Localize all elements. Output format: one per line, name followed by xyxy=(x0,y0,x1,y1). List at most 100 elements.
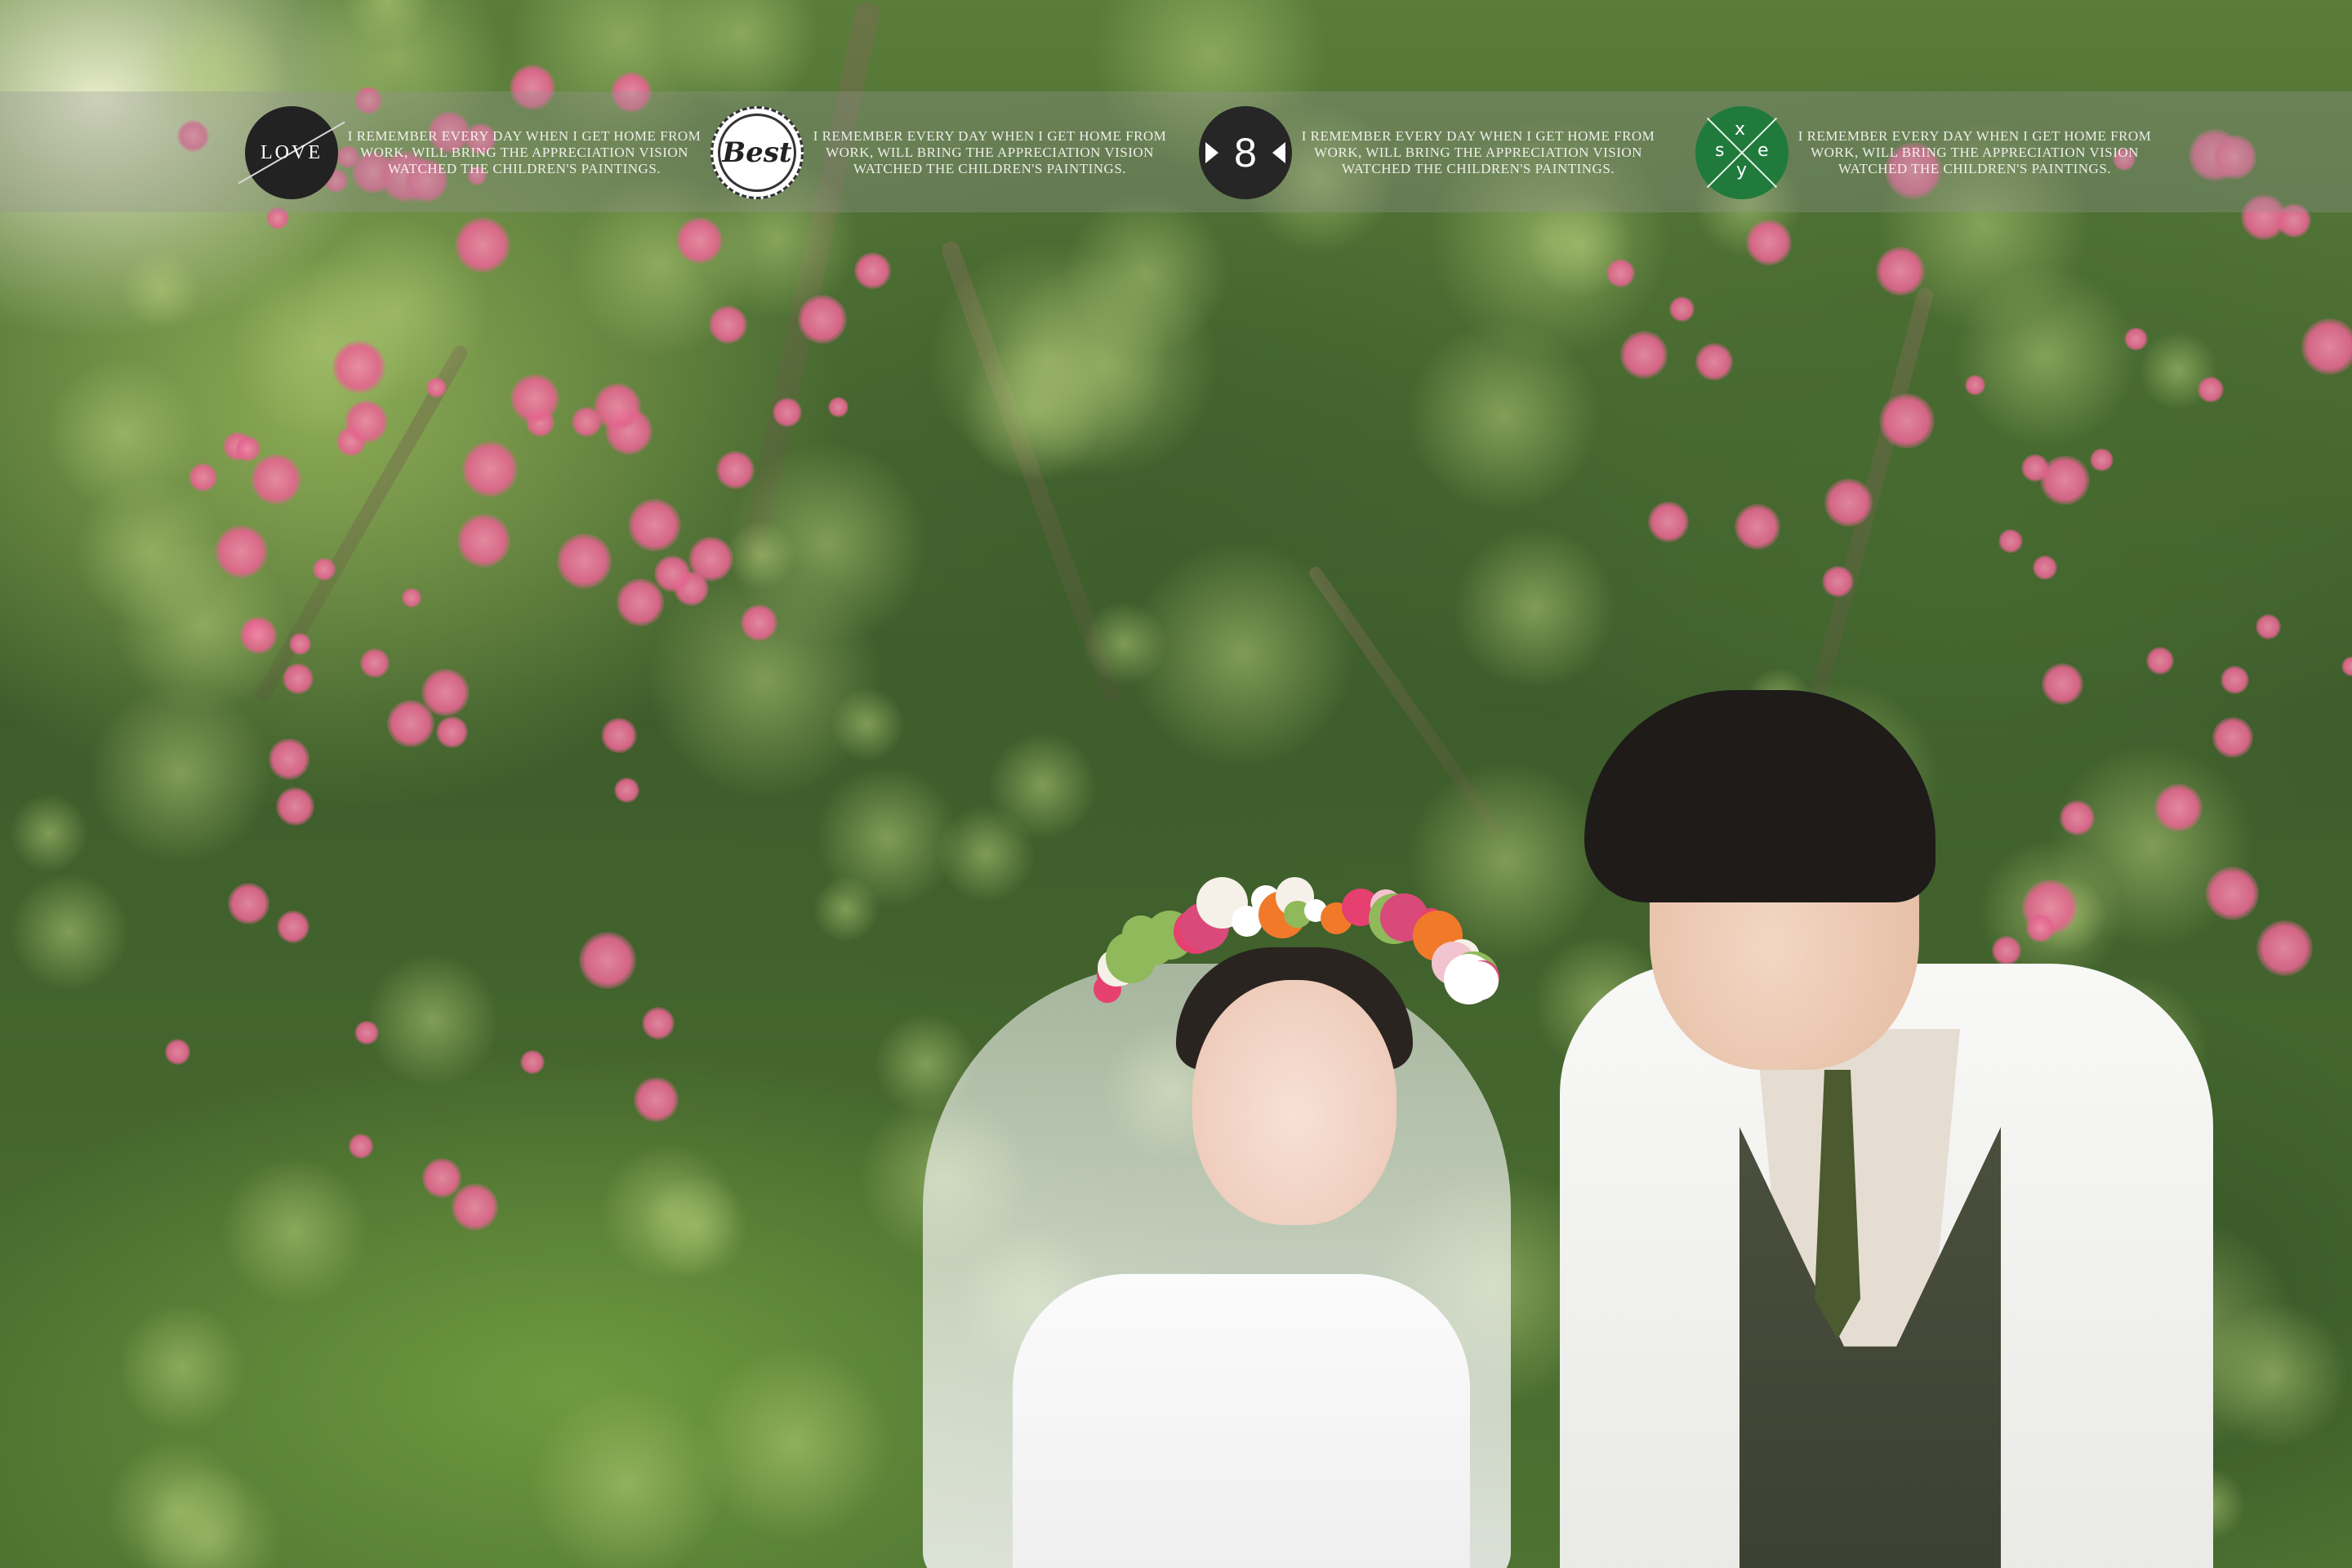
pink-blossom xyxy=(572,406,603,437)
bride-dress xyxy=(1013,1274,1470,1568)
pink-blossom xyxy=(1669,296,1695,322)
leaf-cluster xyxy=(219,1156,369,1306)
badge-letter: y xyxy=(1736,160,1748,180)
badge-letter: s xyxy=(1715,140,1725,161)
leaf-cluster xyxy=(960,336,1107,483)
badge-label: Best xyxy=(722,136,792,169)
pink-blossom xyxy=(716,451,755,490)
pink-blossom xyxy=(510,373,559,424)
pink-blossom xyxy=(421,669,470,717)
pink-blossom xyxy=(461,441,518,497)
leaf-cluster xyxy=(120,248,202,330)
crown-flower xyxy=(1459,960,1499,1001)
leaf-cluster xyxy=(2200,1300,2349,1449)
leaf-cluster xyxy=(726,519,796,590)
pink-blossom xyxy=(2197,376,2224,403)
leaf-cluster xyxy=(9,793,90,874)
leaf-cluster xyxy=(1128,540,1356,768)
badge-group-best: Best I REMEMBER EVERY DAY WHEN I GET HOM… xyxy=(710,106,1169,199)
pink-blossom xyxy=(2256,920,2313,977)
badge-letter: x xyxy=(1735,119,1746,140)
badge-label: LOVE xyxy=(261,141,323,163)
pink-blossom xyxy=(1998,528,2023,554)
pink-blossom xyxy=(2341,656,2352,676)
pink-blossom xyxy=(164,1038,191,1065)
pink-blossom xyxy=(457,514,511,568)
pink-blossom xyxy=(235,435,261,461)
pink-blossom xyxy=(688,536,733,581)
best-stamp-icon: Best xyxy=(710,106,804,199)
pink-blossom xyxy=(579,932,636,990)
leaf-cluster xyxy=(695,1344,894,1543)
leaf-cluster xyxy=(1451,524,1617,690)
pink-blossom xyxy=(1964,375,1985,395)
badge-group-sexy: s x e y I REMEMBER EVERY DAY WHEN I GET … xyxy=(1695,106,2154,199)
pink-blossom xyxy=(313,557,336,581)
leaf-cluster xyxy=(814,765,960,911)
pink-blossom xyxy=(520,1049,545,1075)
pink-blossom xyxy=(556,533,612,589)
pink-blossom xyxy=(653,555,691,593)
pink-blossom xyxy=(451,1183,499,1231)
pink-blossom xyxy=(1734,503,1780,550)
pink-blossom xyxy=(642,1006,675,1040)
pink-blossom xyxy=(277,910,310,943)
pink-blossom xyxy=(275,787,314,826)
pink-blossom xyxy=(740,604,777,642)
pink-blossom xyxy=(2124,327,2148,350)
pink-blossom xyxy=(773,398,802,428)
pink-blossom xyxy=(2212,717,2254,759)
pink-blossom xyxy=(634,1077,679,1122)
pink-blossom xyxy=(1824,479,1873,527)
pink-blossom xyxy=(228,882,270,924)
pink-blossom xyxy=(360,648,390,678)
pink-blossom xyxy=(421,1158,462,1198)
pink-blossom xyxy=(798,294,848,344)
pink-blossom xyxy=(1875,246,1925,296)
pink-blossom xyxy=(601,717,637,753)
badge-caption: I REMEMBER EVERY DAY WHEN I GET HOME FRO… xyxy=(1301,128,1655,176)
pink-blossom xyxy=(2042,662,2084,706)
pink-blossom xyxy=(239,617,278,654)
pink-blossom xyxy=(348,1134,374,1159)
badge-label: 8 xyxy=(1234,130,1257,176)
leaf-cluster xyxy=(643,1173,750,1281)
pink-blossom xyxy=(2301,318,2352,375)
badge-caption: I REMEMBER EVERY DAY WHEN I GET HOME FRO… xyxy=(1797,128,2152,176)
pink-blossom xyxy=(269,738,310,780)
pink-blossom xyxy=(1695,343,1733,381)
leaf-cluster xyxy=(364,952,501,1089)
pink-blossom xyxy=(2205,866,2260,920)
pink-blossom xyxy=(1648,501,1689,543)
badge-caption: I REMEMBER EVERY DAY WHEN I GET HOME FRO… xyxy=(813,128,1167,176)
leaf-cluster xyxy=(116,1302,247,1432)
pink-blossom xyxy=(2154,783,2203,832)
pink-blossom xyxy=(282,662,314,694)
love-arrow-icon: LOVE xyxy=(238,106,345,199)
pink-blossom xyxy=(1879,393,1935,449)
pink-blossom xyxy=(2039,455,2090,506)
pink-blossom xyxy=(251,453,302,505)
pink-blossom xyxy=(435,715,469,749)
pink-blossom xyxy=(1745,220,1792,265)
pink-blossom xyxy=(354,1020,379,1045)
pink-blossom xyxy=(188,462,217,492)
pink-blossom xyxy=(2090,448,2114,472)
number-eight-icon: 8 xyxy=(1199,106,1292,199)
wedding-photo: LOVE I REMEMBER EVERY DAY WHEN I GET HOM… xyxy=(0,0,2352,1568)
pink-blossom xyxy=(332,341,385,394)
leaf-cluster xyxy=(9,871,130,992)
badge-letter: e xyxy=(1757,140,1769,161)
bride-face xyxy=(1192,980,1396,1225)
badge-caption: I REMEMBER EVERY DAY WHEN I GET HOME FRO… xyxy=(347,128,702,176)
badge-group-love: LOVE I REMEMBER EVERY DAY WHEN I GET HOM… xyxy=(238,106,704,199)
pink-blossom xyxy=(708,305,747,344)
pink-blossom xyxy=(1606,258,1635,287)
pink-blossom xyxy=(1992,936,2021,965)
pink-blossom xyxy=(455,217,511,274)
leaf-cluster xyxy=(831,687,906,762)
pink-blossom xyxy=(828,396,849,417)
pink-blossom xyxy=(289,633,311,655)
pink-blossom xyxy=(2032,555,2057,581)
pink-blossom xyxy=(2025,913,2056,943)
